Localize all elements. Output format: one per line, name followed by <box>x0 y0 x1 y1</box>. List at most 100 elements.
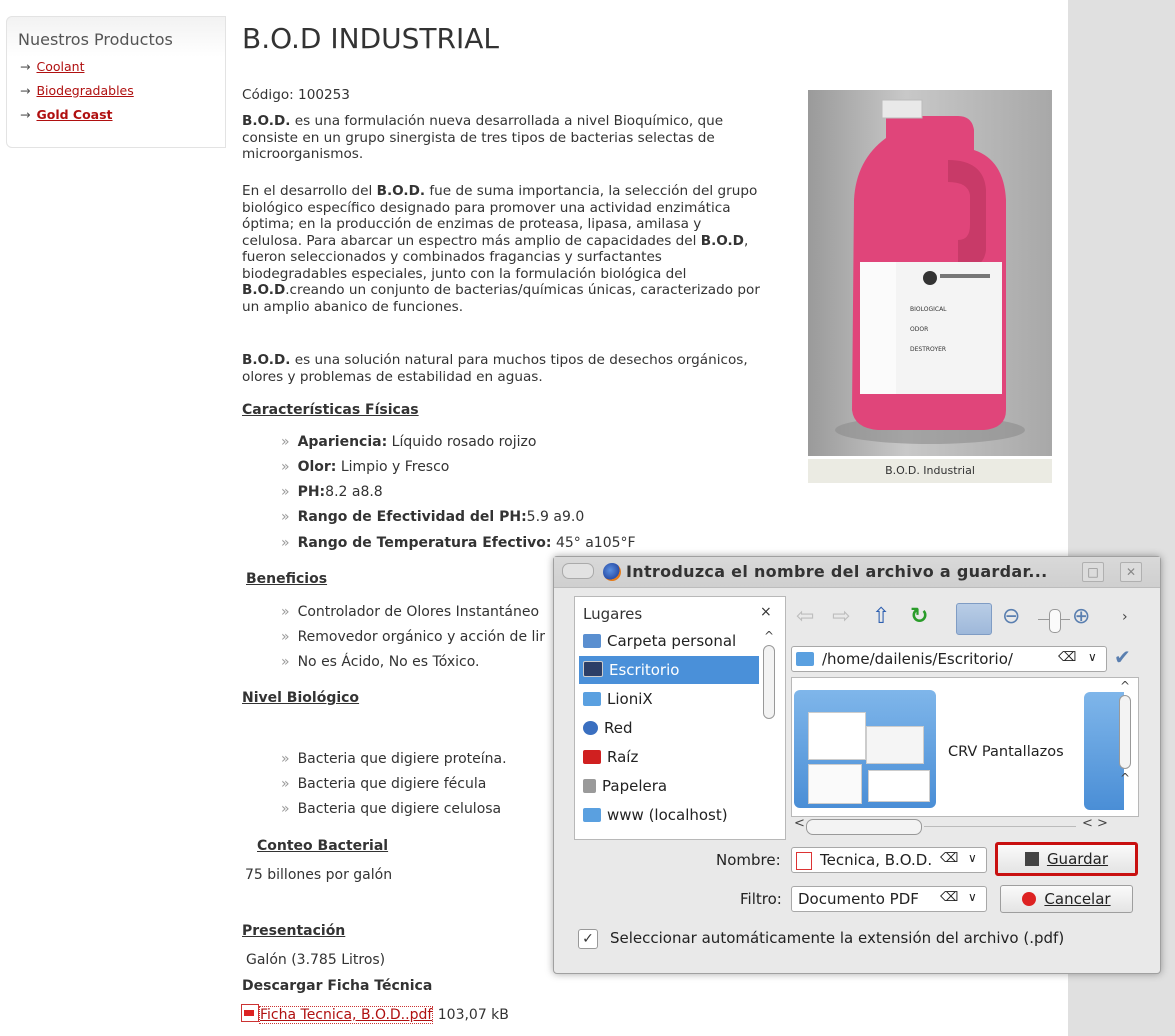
place-red[interactable]: Red <box>579 714 759 742</box>
gold-coast-link[interactable]: Gold Coast <box>36 107 112 122</box>
product-image <box>808 90 1052 456</box>
arrow-icon: → <box>20 83 31 98</box>
list-item: » Bacteria que digiere celulosa <box>281 801 502 817</box>
firefox-icon <box>603 563 621 581</box>
place-papelera[interactable]: Papelera <box>579 772 759 800</box>
biodegradables-link[interactable]: Biodegradables <box>36 83 133 98</box>
trash-icon <box>583 779 596 793</box>
file-size: 103,07 kB <box>437 1007 509 1023</box>
dropdown-chevron-icon[interactable]: ∨ <box>968 890 977 904</box>
root-folder-icon <box>583 750 601 764</box>
section-heading-caracteristicas: Características Físicas <box>242 402 419 418</box>
place-www-localhost[interactable]: www (localhost) <box>579 801 759 829</box>
list-item: » Olor: Limpio y Fresco <box>281 459 450 475</box>
solution-paragraph: B.O.D. es una solución natural para much… <box>242 352 748 385</box>
page-title: B.O.D INDUSTRIAL <box>242 22 499 55</box>
save-button[interactable]: Guardar <box>995 842 1138 876</box>
close-places-icon[interactable]: × <box>760 604 772 620</box>
forward-arrow-icon[interactable]: ⇨ <box>832 604 850 629</box>
pdf-file-icon <box>796 852 812 870</box>
arrow-icon: → <box>20 59 31 74</box>
network-globe-icon <box>583 721 598 735</box>
list-item: » Rango de Efectividad del PH:5.9 a9.0 <box>281 509 585 525</box>
home-folder-icon <box>583 634 601 648</box>
nombre-label: Nombre: <box>716 851 781 869</box>
sidebar-link-gold-coast[interactable]: → Gold Coast <box>20 107 113 122</box>
clear-text-icon[interactable]: ⌫ <box>940 851 958 866</box>
location-field[interactable]: /home/dailenis/Escritorio/ ⌫ ∨ <box>791 646 1107 672</box>
list-item: » Removedor orgánico y acción de lir <box>281 629 546 645</box>
clear-text-icon[interactable]: ⌫ <box>940 890 958 905</box>
download-pdf-link[interactable]: Ficha Tecnica, B.O.D..pdf <box>259 1006 434 1024</box>
window-menu-button[interactable] <box>562 563 594 579</box>
file-view-scrollbar[interactable]: ^ ^ <box>1118 679 1132 815</box>
section-heading-presentacion: Presentación <box>242 923 346 939</box>
arrow-icon: → <box>20 107 31 122</box>
sidebar-link-biodegradables[interactable]: → Biodegradables <box>20 83 134 98</box>
filtro-label: Filtro: <box>740 890 782 908</box>
list-item: » Bacteria que digiere proteína. <box>281 751 507 767</box>
preview-toggle-icon[interactable] <box>956 603 992 635</box>
folder-icon <box>583 692 601 706</box>
download-row: Ficha Tecnica, B.O.D..pdf 103,07 kB <box>241 1004 509 1024</box>
place-lionix[interactable]: LioniX <box>579 685 759 713</box>
conteo-value: 75 billones por galón <box>245 867 393 883</box>
dropdown-chevron-icon[interactable]: ∨ <box>1088 650 1097 664</box>
zoom-out-icon[interactable]: ⊖ <box>1002 604 1020 629</box>
places-list: Carpeta personal Escritorio LioniX Red R… <box>579 627 759 837</box>
folder-icon <box>796 652 814 666</box>
zoom-slider-handle[interactable] <box>1049 609 1061 633</box>
horizontal-scrollbar[interactable]: < < > <box>794 816 1124 835</box>
pdf-icon <box>241 1004 259 1022</box>
back-arrow-icon[interactable]: ⇦ <box>796 604 814 629</box>
product-code: Código: 100253 <box>242 87 350 103</box>
place-escritorio[interactable]: Escritorio <box>579 656 759 684</box>
list-item: » Bacteria que digiere fécula <box>281 776 487 792</box>
download-heading: Descargar Ficha Técnica <box>242 978 433 994</box>
section-heading-conteo: Conteo Bacterial <box>257 838 389 854</box>
bottle-label-line-3: DESTROYER <box>910 346 947 353</box>
maximize-button[interactable]: □ <box>1082 562 1104 582</box>
section-heading-beneficios: Beneficios <box>246 571 328 587</box>
auto-extension-label: Seleccionar automáticamente la extensión… <box>610 929 1065 947</box>
places-header: Lugares <box>583 605 643 623</box>
sidebar-title: Nuestros Productos <box>18 30 173 49</box>
desktop-icon <box>583 661 603 677</box>
confirm-check-icon[interactable]: ✔ <box>1114 645 1131 669</box>
list-item: » Apariencia: Líquido rosado rojizo <box>281 434 537 450</box>
filename-input[interactable]: Tecnica, B.O.D. ⌫ ∨ <box>791 847 987 873</box>
folder-icon <box>583 808 601 822</box>
folder-name[interactable]: CRV Pantallazos <box>948 744 1064 760</box>
image-caption: B.O.D. Industrial <box>808 459 1052 483</box>
intro-paragraph: B.O.D. es una formulación nueva desarrol… <box>242 113 724 162</box>
up-arrow-icon[interactable]: ⇧ <box>872 604 890 629</box>
cancel-button[interactable]: Cancelar <box>1000 885 1133 913</box>
clear-text-icon[interactable]: ⌫ <box>1058 650 1076 665</box>
bottle-label-line-1: BIOLOGICAL <box>910 306 947 313</box>
folder-thumbnail[interactable] <box>794 690 936 808</box>
filter-select[interactable]: Documento PDF ⌫ ∨ <box>791 886 987 912</box>
presentacion-value: Galón (3.785 Litros) <box>246 952 386 968</box>
coolant-link[interactable]: Coolant <box>36 59 84 74</box>
more-chevron-icon[interactable]: › <box>1122 609 1128 625</box>
floppy-disk-icon <box>1024 852 1039 866</box>
development-paragraph: En el desarrollo del B.O.D. fue de suma … <box>242 183 760 315</box>
close-window-button[interactable]: ✕ <box>1120 562 1142 582</box>
reload-icon[interactable]: ↻ <box>910 604 928 629</box>
sidebar-link-coolant[interactable]: → Coolant <box>20 59 84 74</box>
zoom-in-icon[interactable]: ⊕ <box>1072 604 1090 629</box>
places-scrollbar[interactable]: ^ <box>762 629 776 829</box>
list-item: » No es Ácido, No es Tóxico. <box>281 654 480 670</box>
dialog-title: Introduzca el nombre del archivo a guard… <box>626 562 1048 581</box>
place-raiz[interactable]: Raíz <box>579 743 759 771</box>
auto-extension-checkbox[interactable]: ✓ <box>578 929 598 949</box>
list-item: » Controlador de Olores Instantáneo <box>281 604 540 620</box>
file-view[interactable]: CRV Pantallazos <box>791 677 1139 817</box>
list-item: » PH:8.2 a8.8 <box>281 484 383 500</box>
bottle-label-line-2: ODOR <box>910 326 929 333</box>
place-carpeta-personal[interactable]: Carpeta personal <box>579 627 759 655</box>
save-file-dialog: Introduzca el nombre del archivo a guard… <box>553 556 1161 974</box>
dropdown-chevron-icon[interactable]: ∨ <box>968 851 977 865</box>
list-item: » Rango de Temperatura Efectivo: 45° a105… <box>281 535 636 551</box>
cancel-icon <box>1022 892 1037 906</box>
